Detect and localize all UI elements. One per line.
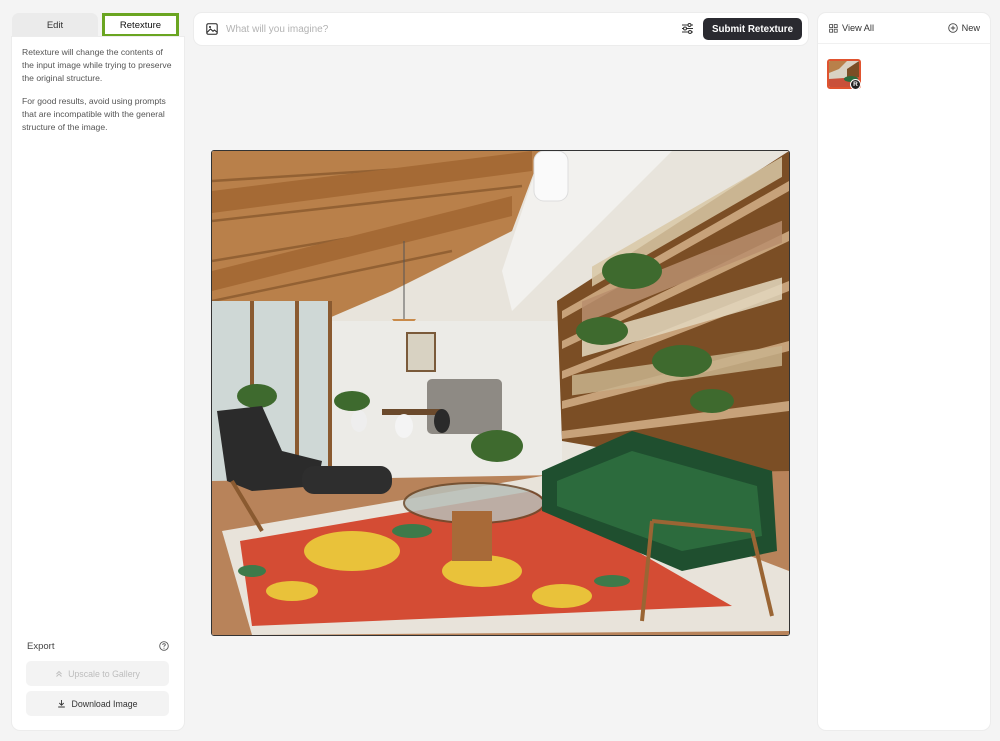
retexture-panel: Retexture will change the contents of th… [12, 37, 184, 730]
mode-tabs: Edit Retexture [12, 13, 184, 38]
question-circle-icon[interactable] [159, 641, 169, 651]
tab-retexture[interactable]: Retexture [102, 13, 179, 37]
download-image-button[interactable]: Download Image [26, 691, 169, 716]
description-paragraph: Retexture will change the contents of th… [22, 47, 172, 83]
grid-icon [829, 23, 838, 33]
history-panel: View All New R [818, 13, 990, 730]
new-button[interactable]: New [947, 23, 980, 33]
upscale-to-gallery-button[interactable]: Upscale to Gallery [26, 661, 169, 686]
prompt-input[interactable] [226, 19, 666, 39]
prompt-bar: Submit Retexture [194, 13, 808, 45]
description-paragraph: For good results, avoid using prompts th… [22, 96, 166, 132]
tab-edit[interactable]: Edit [12, 13, 98, 38]
new-label: New [961, 23, 980, 33]
retexture-description: Retexture will change the contents of th… [22, 46, 176, 134]
plus-circle-icon [947, 23, 958, 33]
canvas-image[interactable] [211, 150, 790, 636]
sliders-icon[interactable] [681, 22, 694, 35]
download-icon [58, 700, 66, 708]
interior-photo [212, 151, 789, 635]
view-all-button[interactable]: View All [829, 23, 874, 33]
image-icon[interactable] [206, 23, 218, 35]
left-panel: Edit Retexture Retexture will change the… [12, 13, 184, 730]
download-label: Download Image [71, 698, 138, 709]
upscale-label: Upscale to Gallery [68, 668, 140, 679]
view-all-label: View All [842, 23, 875, 33]
history-header: View All New [818, 13, 990, 44]
submit-retexture-button[interactable]: Submit Retexture [703, 18, 802, 40]
chevrons-up-icon [56, 670, 62, 677]
retexture-badge: R [850, 79, 861, 90]
export-label: Export [27, 641, 55, 652]
